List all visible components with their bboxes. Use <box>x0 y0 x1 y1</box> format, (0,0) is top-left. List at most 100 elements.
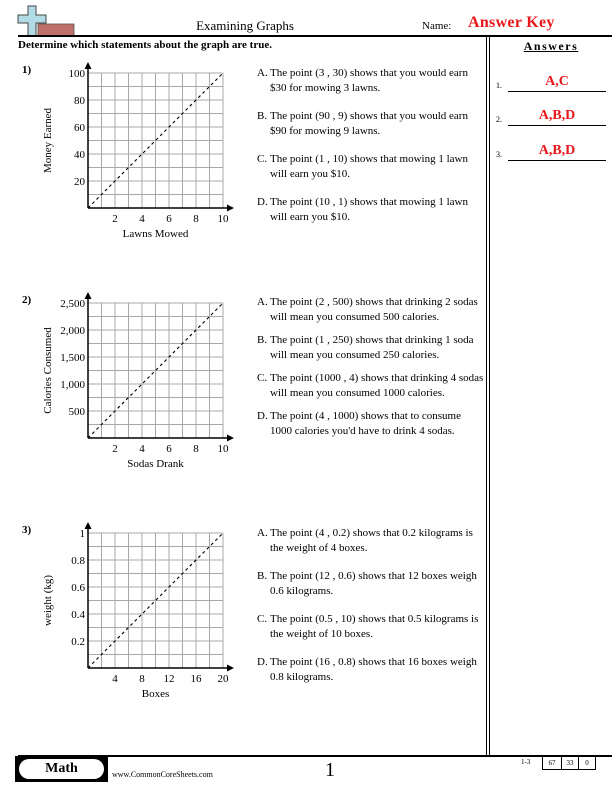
statement-letter: D. <box>257 196 268 208</box>
statement-text: The point (1000 , 4) shows that drinking… <box>270 372 484 399</box>
answer-line <box>508 160 606 161</box>
x-tick-label: 2 <box>112 443 118 455</box>
y-tick-label: 1,500 <box>60 352 85 364</box>
answers-divider-inner <box>489 37 490 756</box>
y-tick-label: 80 <box>74 95 86 107</box>
x-tick-label: 12 <box>164 673 175 685</box>
statement-text: The point (2 , 500) shows that drinking … <box>270 296 478 323</box>
x-tick-label: 4 <box>139 443 145 455</box>
answer-value: A,B,D <box>538 108 576 123</box>
statement-letter: B. <box>257 334 268 346</box>
statement-letter: C. <box>257 372 268 384</box>
y-tick-label: 0.8 <box>71 555 85 567</box>
x-tick-label: 8 <box>193 443 199 455</box>
x-tick-label: 8 <box>139 673 145 685</box>
statements-3: A. The point (4 , 0.2) shows that 0.2 kil… <box>257 526 485 698</box>
statement-text: The point (3 , 30) shows that you would … <box>270 67 468 94</box>
y-axis-arrow-icon <box>84 522 92 529</box>
answer-row-3: 3. A,B,D <box>496 139 606 161</box>
statement-text: The point (16 , 0.8) shows that 16 boxes… <box>270 656 477 683</box>
x-tick-label: 2 <box>112 213 118 225</box>
statement: D. The point (16 , 0.8) shows that 16 box… <box>257 655 485 685</box>
score-cell: 0 <box>578 757 595 769</box>
y-tick-label: 1,000 <box>60 379 85 391</box>
website-link[interactable]: www.CommonCoreSheets.com <box>112 770 213 779</box>
statement: A. The point (3 , 30) shows that you woul… <box>257 66 485 96</box>
y-tick-label: 40 <box>74 149 86 161</box>
y-tick-label: 60 <box>74 122 86 134</box>
statement-text: The point (12 , 0.6) shows that 12 boxes… <box>270 570 477 597</box>
x-tick-label: 20 <box>218 673 230 685</box>
statement-text: The point (4 , 0.2) shows that 0.2 kilog… <box>270 527 473 554</box>
y-tick-label: 20 <box>74 176 86 188</box>
statement-text: The point (0.5 , 10) shows that 0.5 kilo… <box>270 613 479 640</box>
statement-text: The point (1 , 250) shows that drinking … <box>270 334 474 361</box>
statement-text: The point (90 , 9) shows that you would … <box>270 110 468 137</box>
score-boxes: 67 33 0 <box>542 756 596 770</box>
statement-letter: D. <box>257 410 268 422</box>
statement-letter: C. <box>257 613 268 625</box>
y-axis-label: Calories Consumed <box>42 327 54 414</box>
graph-1: 2 4 6 8 10 20 40 60 80 100 Lawns Mowed Money Earned <box>42 62 234 240</box>
answer-value: A,C <box>545 74 569 89</box>
score-cell: 67 <box>548 759 556 767</box>
answers-title: Answers <box>523 39 579 53</box>
statements-1: A. The point (3 , 30) shows that you woul… <box>257 66 485 238</box>
x-axis-arrow-icon <box>227 434 234 442</box>
name-label: Name: <box>422 20 452 32</box>
x-axis-label: Lawns Mowed <box>123 228 189 240</box>
page-number: 1 <box>325 759 335 781</box>
statement: B. The point (1 , 250) shows that drinkin… <box>257 333 485 363</box>
statement-letter: B. <box>257 570 268 582</box>
y-tick-label: 1 <box>80 528 86 540</box>
graph-3: 4 8 12 16 20 0.2 0.4 0.6 0.8 1 Boxes weight (kg) <box>42 522 234 700</box>
statement: D. The point (10 , 1) shows that mowing 1… <box>257 195 485 225</box>
subject-badge: Math <box>15 756 108 782</box>
x-tick-label: 6 <box>166 213 172 225</box>
answer-row-1: 1. A,C <box>496 70 606 92</box>
x-tick-label: 10 <box>218 443 230 455</box>
statement-letter: B. <box>257 110 268 122</box>
statement: C. The point (0.5 , 10) shows that 0.5 ki… <box>257 612 485 642</box>
y-tick-label: 0.2 <box>71 636 85 648</box>
y-axis-arrow-icon <box>84 62 92 69</box>
x-tick-label: 16 <box>191 673 203 685</box>
statement: C. The point (1 , 10) shows that mowing 1… <box>257 152 485 182</box>
answers-divider <box>486 37 487 756</box>
score-range: 1-3 <box>521 758 531 766</box>
statement: C. The point (1000 , 4) shows that drinki… <box>257 371 485 401</box>
worksheet-title: Examining Graphs <box>196 18 294 33</box>
y-tick-label: 100 <box>69 68 86 80</box>
statements-2: A. The point (2 , 500) shows that drinkin… <box>257 295 485 447</box>
y-tick-label: 500 <box>69 406 86 418</box>
y-axis-label: weight (kg) <box>42 575 54 626</box>
x-tick-label: 8 <box>193 213 199 225</box>
x-tick-label: 10 <box>218 213 230 225</box>
y-tick-label: 0.4 <box>71 609 85 621</box>
instructions: Determine which statements about the gra… <box>18 39 272 51</box>
x-axis-label: Sodas Drank <box>127 458 184 470</box>
x-axis-arrow-icon <box>227 204 234 212</box>
y-axis-arrow-icon <box>84 292 92 299</box>
statement-letter: A. <box>257 527 268 539</box>
statement: B. The point (12 , 0.6) shows that 12 box… <box>257 569 485 599</box>
statement-letter: A. <box>257 67 268 79</box>
statement: A. The point (2 , 500) shows that drinkin… <box>257 295 485 325</box>
answer-number: 1. <box>496 81 502 90</box>
y-axis-label: Money Earned <box>42 107 54 173</box>
answer-row-2: 2. A,B,D <box>496 104 606 126</box>
subject-label: Math <box>19 759 104 779</box>
statement-letter: D. <box>257 656 268 668</box>
answer-line <box>508 91 606 92</box>
x-tick-label: 6 <box>166 443 172 455</box>
statement-text: The point (4 , 1000) shows that to consu… <box>270 410 461 437</box>
statement: A. The point (4 , 0.2) shows that 0.2 kil… <box>257 526 485 556</box>
statement: B. The point (90 , 9) shows that you woul… <box>257 109 485 139</box>
answer-number: 2. <box>496 115 502 124</box>
answer-line <box>508 125 606 126</box>
x-axis-arrow-icon <box>227 664 234 672</box>
name-value: Answer Key <box>468 14 555 31</box>
answer-value: A,B,D <box>538 143 576 158</box>
statement-text: The point (10 , 1) shows that mowing 1 l… <box>270 196 468 223</box>
x-tick-label: 4 <box>139 213 145 225</box>
